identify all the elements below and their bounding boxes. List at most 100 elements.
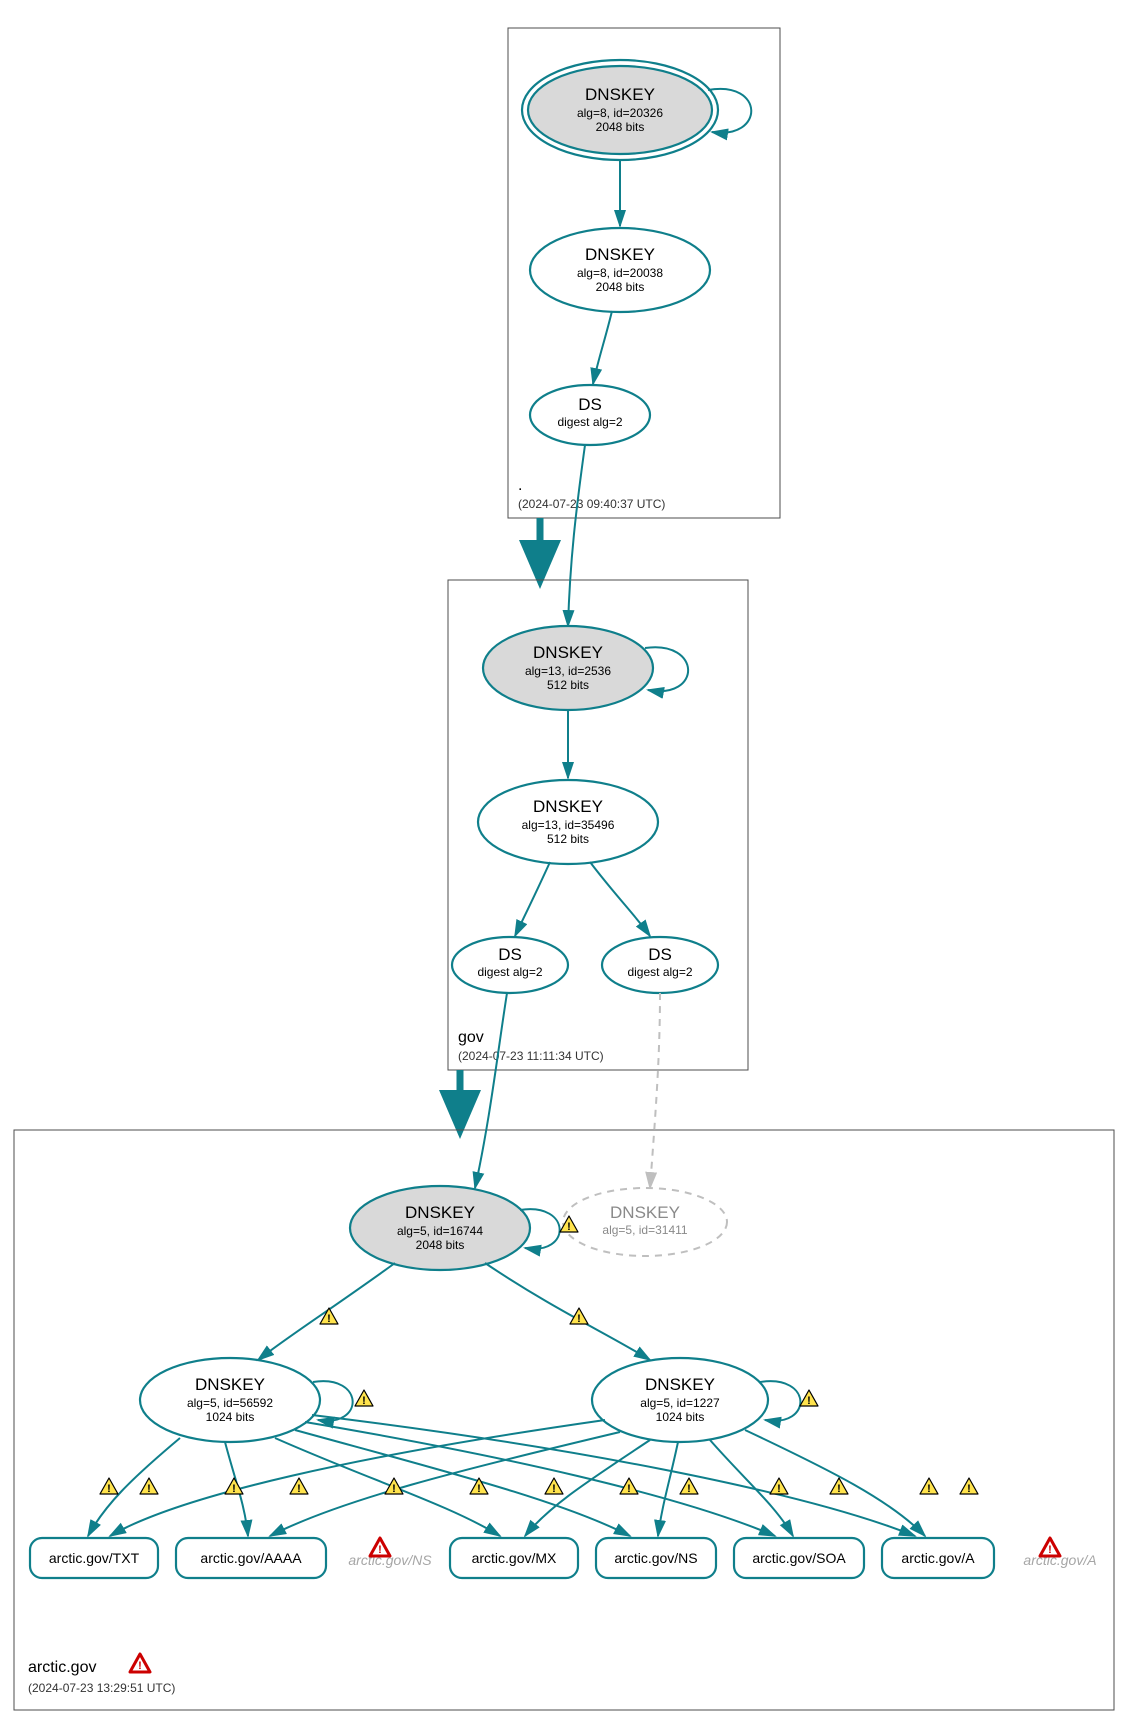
svg-text:!: !: [392, 1483, 396, 1495]
svg-text:!: !: [927, 1483, 931, 1495]
svg-text:1024 bits: 1024 bits: [656, 1410, 705, 1424]
svg-text:arctic.gov/MX: arctic.gov/MX: [472, 1550, 557, 1566]
svg-text:arctic.gov/NS: arctic.gov/NS: [614, 1550, 697, 1566]
svg-text:!: !: [147, 1483, 151, 1495]
svg-text:DNSKEY: DNSKEY: [610, 1203, 680, 1222]
svg-text:2048 bits: 2048 bits: [596, 280, 645, 294]
node-arctic-zsk1[interactable]: DNSKEY alg=5, id=56592 1024 bits: [140, 1358, 320, 1442]
svg-text:DNSKEY: DNSKEY: [645, 1375, 715, 1394]
warning-icon: !: [680, 1478, 698, 1495]
svg-text:DS: DS: [578, 395, 602, 414]
svg-text:!: !: [627, 1483, 631, 1495]
warning-icon: !: [800, 1390, 818, 1407]
zone-arctic-name: arctic.gov: [28, 1659, 96, 1676]
svg-text:alg=5, id=16744: alg=5, id=16744: [397, 1224, 483, 1238]
svg-text:1024 bits: 1024 bits: [206, 1410, 255, 1424]
svg-text:512 bits: 512 bits: [547, 678, 589, 692]
node-root-zsk[interactable]: DNSKEY alg=8, id=20038 2048 bits: [530, 228, 710, 312]
record-arctic-mx[interactable]: arctic.gov/MX: [450, 1538, 578, 1578]
svg-text:DNSKEY: DNSKEY: [585, 85, 655, 104]
edge-zsk1-ns: [295, 1430, 630, 1536]
warning-icon: !: [225, 1478, 243, 1495]
svg-text:alg=5, id=1227: alg=5, id=1227: [640, 1396, 720, 1410]
svg-text:digest alg=2: digest alg=2: [627, 965, 692, 979]
svg-text:!: !: [837, 1483, 841, 1495]
svg-text:2048 bits: 2048 bits: [416, 1238, 465, 1252]
edge-zsk1-txt: [88, 1438, 180, 1536]
node-arctic-missing-key[interactable]: DNSKEY alg=5, id=31411: [563, 1188, 727, 1256]
record-arctic-soa[interactable]: arctic.gov/SOA: [734, 1538, 864, 1578]
svg-text:alg=13, id=35496: alg=13, id=35496: [522, 818, 615, 832]
svg-text:!: !: [477, 1483, 481, 1495]
warning-icon: !: [290, 1478, 308, 1495]
warning-icon: !: [320, 1308, 338, 1325]
edge-root-zsk-ds: [593, 311, 612, 384]
warning-icon: !: [545, 1478, 563, 1495]
svg-text:!: !: [1048, 1544, 1052, 1556]
zone-root-name: .: [518, 477, 522, 494]
svg-text:arctic.gov/SOA: arctic.gov/SOA: [752, 1550, 846, 1566]
svg-text:alg=5, id=31411: alg=5, id=31411: [602, 1223, 688, 1237]
edge-zsk2-a: [745, 1430, 925, 1536]
node-gov-zsk[interactable]: DNSKEY alg=13, id=35496 512 bits: [478, 780, 658, 864]
error-icon: !: [1040, 1538, 1060, 1556]
warning-icon: !: [960, 1478, 978, 1495]
svg-text:alg=8, id=20038: alg=8, id=20038: [577, 266, 663, 280]
warning-icon: !: [385, 1478, 403, 1495]
warning-icon: !: [140, 1478, 158, 1495]
svg-text:!: !: [107, 1483, 111, 1495]
record-arctic-a[interactable]: arctic.gov/A: [882, 1538, 994, 1578]
svg-text:!: !: [138, 1660, 142, 1672]
edge-arc-ksk-zsk2: [485, 1263, 650, 1360]
warning-icon: !: [470, 1478, 488, 1495]
dnssec-graph: . (2024-07-23 09:40:37 UTC) DNSKEY alg=8…: [0, 0, 1128, 1725]
svg-text:!: !: [327, 1313, 331, 1325]
node-gov-ds2[interactable]: DS digest alg=2: [602, 937, 718, 993]
node-root-ds[interactable]: DS digest alg=2: [530, 385, 650, 445]
svg-text:DNSKEY: DNSKEY: [533, 797, 603, 816]
svg-text:DNSKEY: DNSKEY: [585, 245, 655, 264]
svg-text:!: !: [967, 1483, 971, 1495]
svg-text:!: !: [362, 1395, 366, 1407]
svg-text:!: !: [687, 1483, 691, 1495]
svg-text:DNSKEY: DNSKEY: [195, 1375, 265, 1394]
svg-text:!: !: [552, 1483, 556, 1495]
record-arctic-aaaa[interactable]: arctic.gov/AAAA: [176, 1538, 326, 1578]
svg-text:alg=13, id=2536: alg=13, id=2536: [525, 664, 611, 678]
edge-gov-zsk-ds2: [590, 862, 650, 936]
error-icon: !: [370, 1538, 390, 1556]
node-root-ksk[interactable]: DNSKEY alg=8, id=20326 2048 bits: [522, 60, 718, 160]
zone-arctic-time: (2024-07-23 13:29:51 UTC): [28, 1681, 175, 1695]
zone-gov-time: (2024-07-23 11:11:34 UTC): [458, 1049, 604, 1063]
svg-text:arctic.gov/TXT: arctic.gov/TXT: [49, 1550, 140, 1566]
svg-text:512 bits: 512 bits: [547, 832, 589, 846]
record-arctic-txt[interactable]: arctic.gov/TXT: [30, 1538, 158, 1578]
svg-text:arctic.gov/AAAA: arctic.gov/AAAA: [200, 1550, 302, 1566]
warning-icon: !: [355, 1390, 373, 1407]
svg-text:digest alg=2: digest alg=2: [557, 415, 622, 429]
node-arctic-ksk[interactable]: DNSKEY alg=5, id=16744 2048 bits: [350, 1186, 530, 1270]
svg-text:!: !: [232, 1483, 236, 1495]
zone-gov-name: gov: [458, 1029, 484, 1046]
edge-ds-gov-ksk: [568, 445, 585, 626]
warning-icon: !: [100, 1478, 118, 1495]
node-gov-ds1[interactable]: DS digest alg=2: [452, 937, 568, 993]
svg-text:!: !: [807, 1395, 811, 1407]
edge-ds1-arc-ksk: [475, 993, 507, 1188]
node-arctic-zsk2[interactable]: DNSKEY alg=5, id=1227 1024 bits: [592, 1358, 768, 1442]
edge-zsk2-ns: [658, 1442, 678, 1536]
record-arctic-ns[interactable]: arctic.gov/NS: [596, 1538, 716, 1578]
svg-text:DS: DS: [648, 945, 672, 964]
warning-icon: !: [920, 1478, 938, 1495]
svg-text:!: !: [577, 1313, 581, 1325]
node-gov-ksk[interactable]: DNSKEY alg=13, id=2536 512 bits: [483, 626, 653, 710]
svg-text:!: !: [378, 1544, 382, 1556]
edge-gov-zsk-ds1: [515, 862, 550, 936]
svg-text:alg=8, id=20326: alg=8, id=20326: [577, 106, 663, 120]
svg-text:DNSKEY: DNSKEY: [533, 643, 603, 662]
svg-text:alg=5, id=56592: alg=5, id=56592: [187, 1396, 273, 1410]
svg-text:!: !: [567, 1221, 571, 1233]
svg-text:2048 bits: 2048 bits: [596, 120, 645, 134]
svg-text:DS: DS: [498, 945, 522, 964]
svg-text:!: !: [297, 1483, 301, 1495]
